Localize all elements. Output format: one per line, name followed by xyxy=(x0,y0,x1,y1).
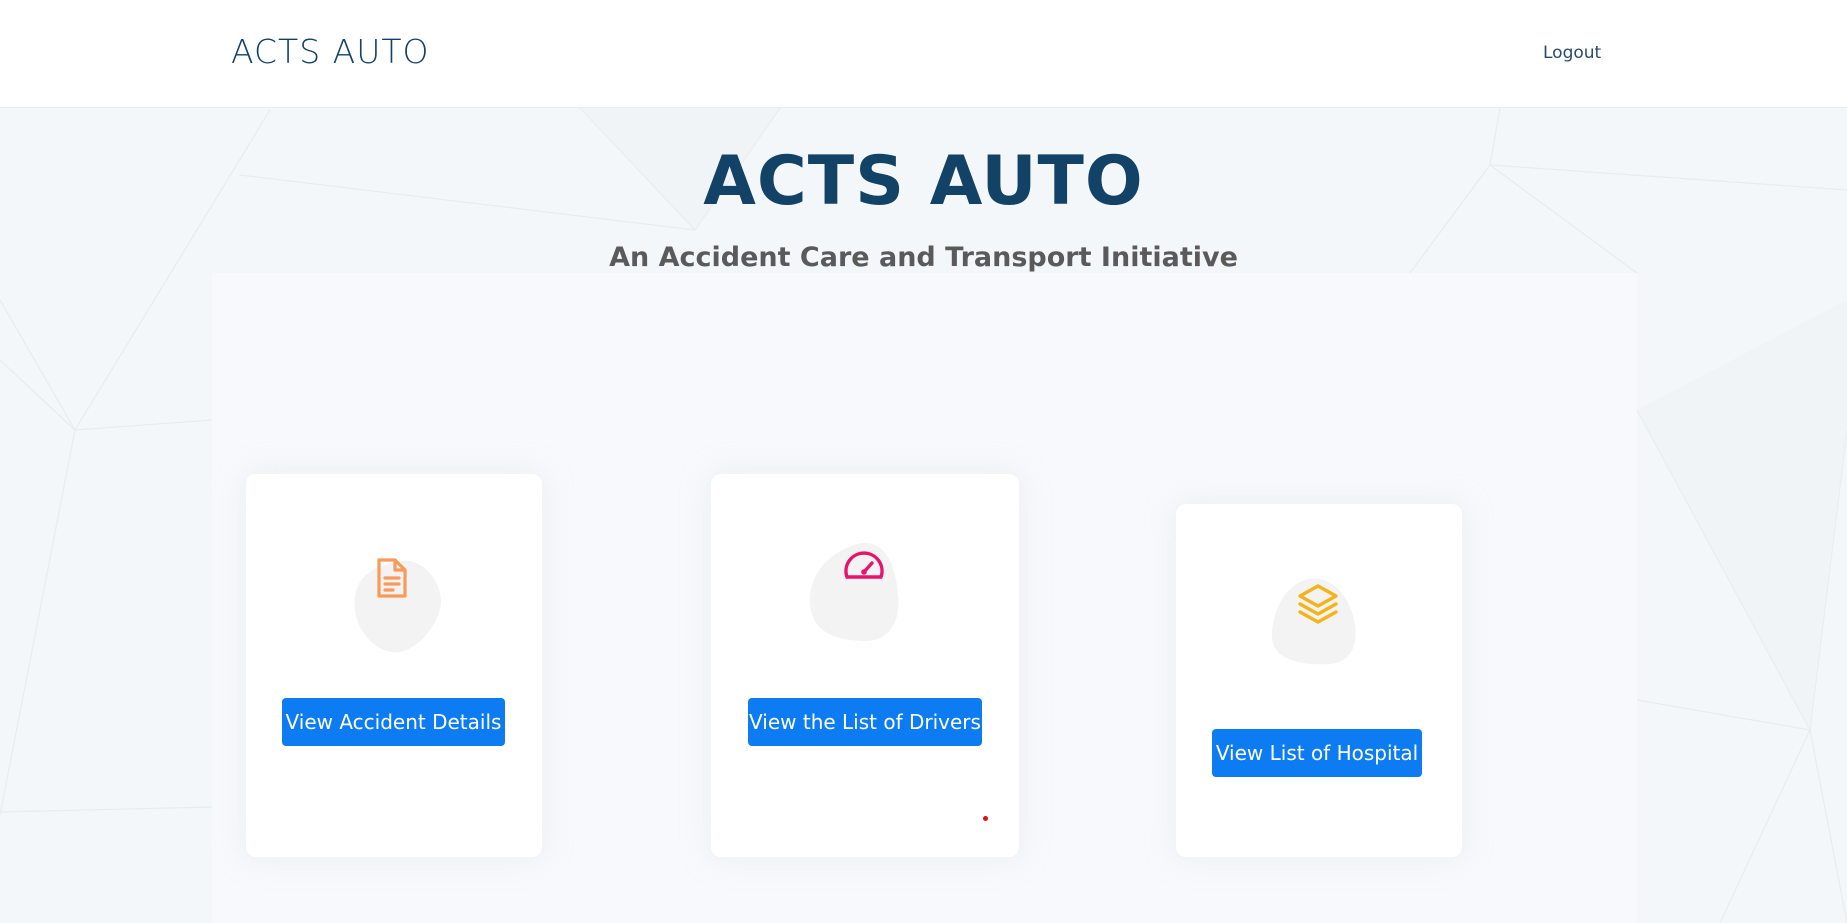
view-accident-details-button[interactable]: View Accident Details xyxy=(282,698,505,746)
speedometer-icon xyxy=(809,543,899,642)
hero-title: ACTS AUTO xyxy=(703,142,1144,221)
top-navbar: ACTS AUTO Logout xyxy=(0,0,1847,108)
speedometer-icon-container xyxy=(808,539,920,654)
document-icon-container xyxy=(351,544,451,664)
site-logo[interactable]: ACTS AUTO xyxy=(231,32,430,71)
document-icon xyxy=(354,558,442,653)
hero-subtitle: An Accident Care and Transport Initiativ… xyxy=(609,242,1238,273)
layers-icon xyxy=(1271,578,1356,665)
view-drivers-list-button[interactable]: View the List of Drivers xyxy=(748,698,982,746)
indicator-dot xyxy=(983,816,988,821)
accident-details-card: View Accident Details xyxy=(246,474,542,857)
view-hospitals-list-button[interactable]: View List of Hospital xyxy=(1212,729,1422,777)
logout-link[interactable]: Logout xyxy=(1543,43,1601,63)
layers-icon-container xyxy=(1270,572,1370,677)
drivers-card: View the List of Drivers xyxy=(711,474,1019,857)
hospitals-card: View List of Hospital xyxy=(1176,504,1462,857)
